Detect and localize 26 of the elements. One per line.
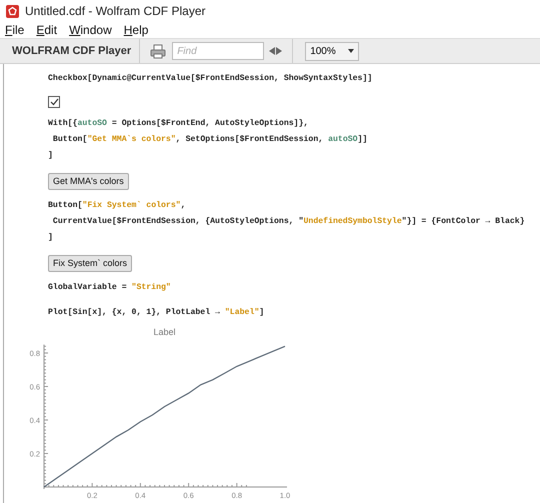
menu-item[interactable]: Window <box>69 23 112 37</box>
window-title: Untitled.cdf - Wolfram CDF Player <box>25 4 206 18</box>
find-field[interactable]: Find <box>172 42 264 60</box>
code-line: GlobalVariable = "String" <box>48 282 172 294</box>
code-line: CurrentValue[$FrontEndSession, {AutoStyleOptions, "UndefinedSymbolStyle"}] = {FontColor → Black} <box>52 216 526 228</box>
next-icon[interactable] <box>276 47 282 55</box>
caret-icon <box>348 49 354 53</box>
code-line: Button["Get MMA`s colors", SetOptions[$FrontEndSession, autoSO]] <box>52 134 368 146</box>
previous-icon[interactable] <box>269 47 276 55</box>
menu-item[interactable]: Edit <box>36 23 58 37</box>
app-brand: WOLFRAM CDF Player <box>12 39 140 63</box>
code-line: Plot[Sin[x], {x, 0, 1}, PlotLabel → "Label"] <box>48 306 266 318</box>
action-button[interactable]: Fix System` colors <box>48 254 132 272</box>
print-icon[interactable] <box>150 44 166 58</box>
code-line: Checkbox[Dynamic@CurrentValue[$FrontEndSession, ShowSyntaxStyles]] <box>48 73 374 85</box>
zoom-dropdown[interactable]: 100% <box>305 42 360 60</box>
code-line: With[{autoSO = Options[$FrontEnd, AutoStyleOptions]}, <box>48 118 310 130</box>
menu-item[interactable]: File <box>5 23 24 37</box>
code-line: ] <box>48 232 54 244</box>
code-line: Button["Fix System` colors", <box>48 200 187 212</box>
chart-title: Label <box>153 327 176 337</box>
action-button[interactable]: Get MMA's colors <box>48 172 129 190</box>
code-line: ] <box>48 150 54 162</box>
checkbox[interactable] <box>48 96 60 108</box>
menu-item[interactable]: Help <box>124 23 148 37</box>
app-logo-icon <box>6 4 19 18</box>
